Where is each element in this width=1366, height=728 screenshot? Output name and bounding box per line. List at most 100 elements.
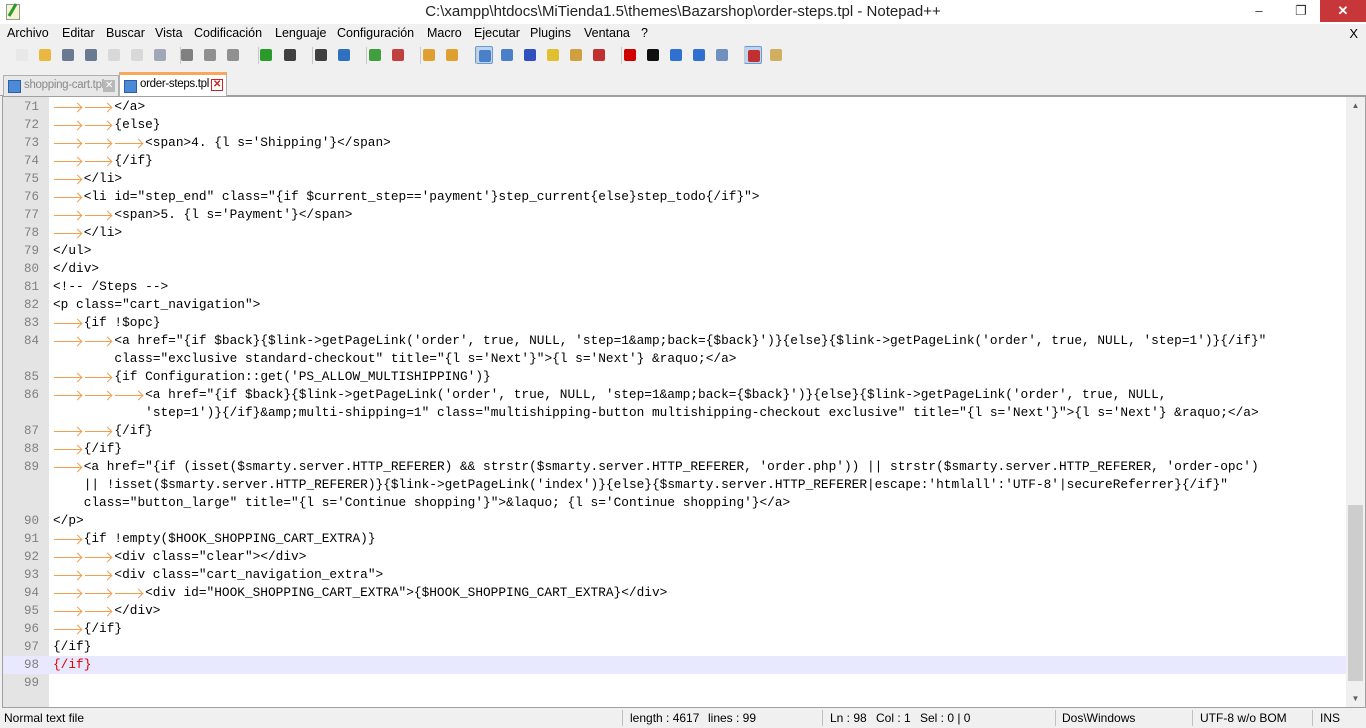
code-line[interactable]: 95 </div> [3,602,1346,620]
tab-arrow-icon [53,152,84,170]
code-line[interactable]: 76 <li id="step_end" class="{if $current_… [3,188,1346,206]
code-line-wrapped[interactable]: class="exclusive standard-checkout" titl… [3,350,1346,368]
code-line[interactable]: 71 </a> [3,98,1346,116]
replace-icon[interactable] [335,46,353,64]
show-all-chars-icon[interactable] [498,46,516,64]
code-line[interactable]: 73 <span>4. {l s='Shipping'}</span> [3,134,1346,152]
code-line[interactable]: 80 </div> [3,260,1346,278]
close-icon[interactable] [105,46,123,64]
code-line[interactable]: 81 <!-- /Steps --> [3,278,1346,296]
menu-plugins[interactable]: Plugins [530,26,571,40]
code-line-wrapped[interactable]: || !isset($smarty.server.HTTP_REFERER)}{… [3,476,1346,494]
menu-archivo[interactable]: Archivo [7,26,49,40]
selection: Sel : 0 | 0 [920,711,971,725]
code-line[interactable]: 86 <a href="{if $back}{$link->getPageLink… [3,386,1346,404]
play-macro-icon[interactable] [667,46,685,64]
print-icon[interactable] [151,46,169,64]
menu-ejecutar[interactable]: Ejecutar [474,26,520,40]
code-line[interactable]: 77 <span>5. {l s='Payment'}</span> [3,206,1346,224]
code-line[interactable]: 78 </li> [3,224,1346,242]
record-macro-icon[interactable] [621,46,639,64]
document-map-icon[interactable] [567,46,585,64]
tab-order-steps[interactable]: order-steps.tpl ✕ [119,72,227,96]
code-line[interactable]: 74 {/if} [3,152,1346,170]
function-list-icon[interactable] [590,46,608,64]
paste-icon[interactable] [224,46,242,64]
plugin-icon[interactable] [767,46,785,64]
code-line[interactable]: 83 {if !$opc} [3,314,1346,332]
vertical-scrollbar[interactable]: ▲ ▼ [1346,97,1365,707]
code-line[interactable]: 89 <a href="{if (isset($smarty.server.HTT… [3,458,1346,476]
run-macro-multiple-icon[interactable] [690,46,708,64]
code-line[interactable]: 93 <div class="cart_navigation_extra"> [3,566,1346,584]
sync-horizontal-icon[interactable] [443,46,461,64]
scroll-up-arrow-icon[interactable]: ▲ [1346,97,1365,114]
find-icon[interactable] [312,46,330,64]
divider [622,710,623,726]
menu-ventana[interactable]: Ventana [584,26,630,40]
code-line[interactable]: 72 {else} [3,116,1346,134]
user-defined-language-icon[interactable] [544,46,562,64]
redo-icon[interactable] [281,46,299,64]
tab-arrow-icon [114,134,145,152]
menu-macro[interactable]: Macro [427,26,462,40]
code-line[interactable]: 88 {/if} [3,440,1346,458]
zoom-out-icon[interactable] [389,46,407,64]
scroll-down-arrow-icon[interactable]: ▼ [1346,690,1365,707]
code-line[interactable]: 99 [3,674,1346,692]
code-line[interactable]: 79 </ul> [3,242,1346,260]
code-line-wrapped[interactable]: 'step=1')}{/if}&amp;multi-shipping=1" cl… [3,404,1346,422]
sync-vertical-glyph [423,49,435,61]
maximize-button[interactable]: ❐ [1286,0,1316,22]
zoom-in-icon[interactable] [366,46,384,64]
stop-record-icon[interactable] [644,46,662,64]
code-line[interactable]: 97 {/if} [3,638,1346,656]
code-line[interactable]: 85 {if Configuration::get('PS_ALLOW_MULTI… [3,368,1346,386]
code-line[interactable]: 75 </li> [3,170,1346,188]
word-wrap-icon[interactable] [475,46,493,64]
menu-codificacin[interactable]: Codificación [194,26,262,40]
code-line[interactable]: 84 <a href="{if $back}{$link->getPageLink… [3,332,1346,350]
menu-editar[interactable]: Editar [62,26,95,40]
minimize-button[interactable]: – [1244,0,1274,22]
close-all-icon[interactable] [128,46,146,64]
scroll-thumb[interactable] [1348,505,1363,681]
menu-vista[interactable]: Vista [155,26,183,40]
tab-shopping-cart[interactable]: shopping-cart.tpl ✕ [3,75,119,96]
code-line[interactable]: 94 <div id="HOOK_SHOPPING_CART_EXTRA">{$H… [3,584,1346,602]
line-number: 97 [23,640,39,654]
save-icon[interactable] [59,46,77,64]
spell-check-icon[interactable] [744,46,762,64]
menu-configuracin[interactable]: Configuración [337,26,414,40]
close-tab-icon[interactable]: ✕ [211,79,223,91]
open-icon[interactable] [36,46,54,64]
code-line[interactable]: 98 {/if} [3,656,1346,674]
new-icon[interactable] [13,46,31,64]
insert-mode: INS [1320,711,1341,725]
code-line[interactable]: 90 </p> [3,512,1346,530]
close-tab-icon[interactable]: ✕ [103,80,115,92]
sync-vertical-icon[interactable] [420,46,438,64]
close-button[interactable]: ✕ [1320,0,1366,22]
menu-help[interactable]: ? [641,26,648,40]
code-line[interactable]: 91 {if !empty($HOOK_SHOPPING_CART_EXTRA)} [3,530,1346,548]
close-document-button[interactable]: X [1349,26,1358,41]
code-line[interactable]: 87 {/if} [3,422,1346,440]
code-line-wrapped[interactable]: class="button_large" title="{l s='Contin… [3,494,1346,512]
save-macro-icon[interactable] [713,46,731,64]
code-line[interactable]: 96 {/if} [3,620,1346,638]
file-type: Normal text file [4,711,85,725]
tab-arrow-icon [84,134,115,152]
copy-icon[interactable] [201,46,219,64]
editor[interactable]: 71 </a> 72 {else} 73 <span>4. {l s='Shipping'… [2,96,1366,708]
code-text: || !isset($smarty.server.HTTP_REFERER)}{… [83,477,1228,492]
menu-buscar[interactable]: Buscar [106,26,145,40]
line-text: {if !$opc} [53,314,161,332]
code-line[interactable]: 92 <div class="clear"></div> [3,548,1346,566]
code-line[interactable]: 82 <p class="cart_navigation"> [3,296,1346,314]
undo-icon[interactable] [257,46,275,64]
code-area[interactable]: 71 </a> 72 {else} 73 <span>4. {l s='Shipping'… [3,98,1346,692]
menu-lenguaje[interactable]: Lenguaje [275,26,326,40]
indent-guide-icon[interactable] [521,46,539,64]
save-all-icon[interactable] [82,46,100,64]
